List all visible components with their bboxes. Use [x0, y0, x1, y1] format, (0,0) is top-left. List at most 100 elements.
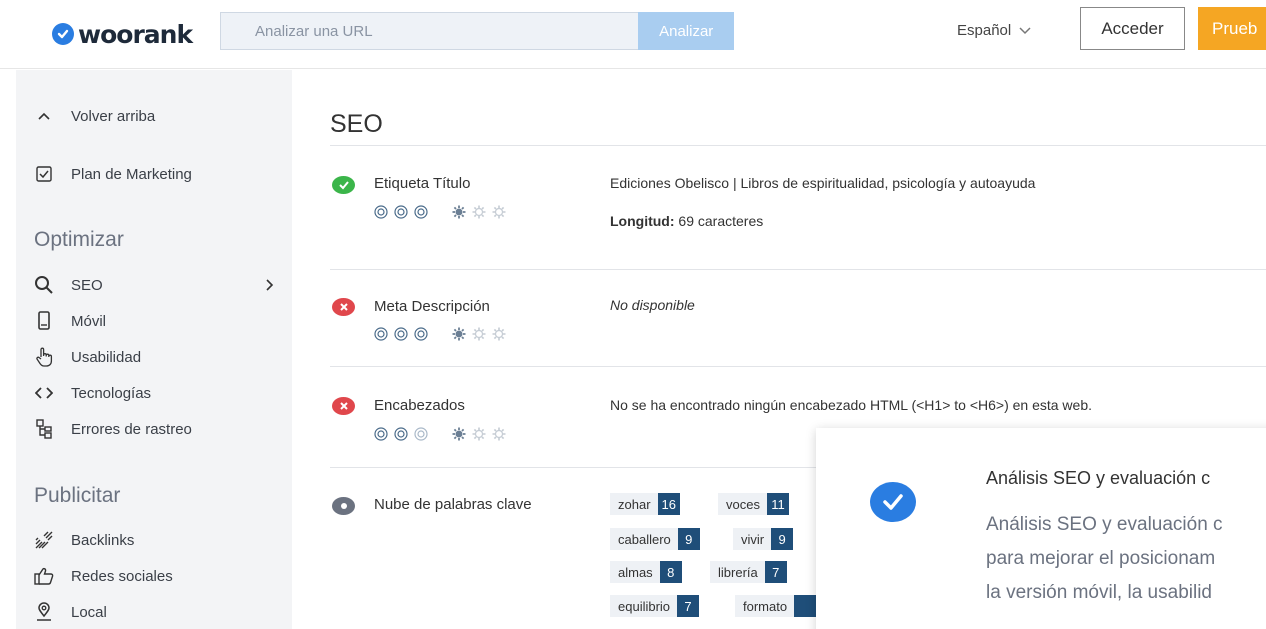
keyword-tag: caballero 9	[610, 528, 700, 550]
marketing-plan-label: Plan de Marketing	[71, 165, 192, 183]
sidebar-item-label: Errores de rastreo	[71, 420, 192, 438]
code-icon	[34, 383, 54, 403]
status-ok-icon	[332, 176, 355, 194]
target-icon	[374, 427, 388, 441]
target-icon	[414, 427, 428, 441]
logo-text: woorank	[78, 19, 193, 49]
meta-description-value: No disponible	[610, 297, 695, 313]
sidebar-item-label: Backlinks	[71, 531, 135, 549]
popup-title: Análisis SEO y evaluación c	[986, 468, 1211, 488]
sidebar-item-label: Móvil	[71, 312, 107, 330]
popup-body: Análisis SEO y evaluación c para mejorar…	[986, 508, 1223, 610]
keyword-count: 8	[659, 561, 682, 583]
keyword-word: zohar	[618, 496, 651, 512]
target-icon	[414, 327, 428, 341]
sidebar-item-backlinks[interactable]: Backlinks	[34, 530, 274, 550]
sidebar-item-usability[interactable]: Usabilidad	[34, 347, 274, 367]
chevron-right-icon	[266, 279, 274, 291]
check-badge-icon	[870, 482, 916, 522]
back-to-top-label: Volver arriba	[71, 107, 156, 125]
target-icon	[414, 205, 428, 219]
top-header: woorank Analizar Español Acceder Prueb	[0, 0, 1266, 69]
divider	[330, 366, 1266, 367]
location-icon	[34, 602, 54, 622]
gear-icon	[472, 427, 486, 441]
row-headings-label[interactable]: Encabezados	[374, 397, 465, 414]
woorank-logo[interactable]: woorank	[52, 18, 193, 50]
url-search: Analizar	[220, 12, 734, 50]
title-length: Longitud: 69 caracteres	[610, 213, 763, 229]
keyword-count: 9	[677, 528, 700, 550]
gear-icon	[472, 205, 486, 219]
keyword-count: 7	[764, 561, 787, 583]
sidebar-item-local[interactable]: Local	[34, 602, 274, 622]
gear-icon	[452, 327, 466, 341]
hand-pointer-icon	[34, 347, 54, 367]
keyword-count: 16	[657, 493, 680, 515]
gear-icon	[492, 205, 506, 219]
gear-icon	[452, 205, 466, 219]
seo-analysis-popup[interactable]: Análisis SEO y evaluación c Análisis SEO…	[816, 428, 1266, 629]
logo-check-icon	[52, 23, 74, 45]
language-label: Español	[957, 22, 1012, 39]
login-button[interactable]: Acceder	[1080, 7, 1185, 50]
keyword-word: voces	[726, 496, 760, 512]
search-icon	[34, 275, 54, 295]
keyword-tag: equilibrio 7	[610, 595, 700, 617]
sidebar-item-mobile[interactable]: Móvil	[34, 311, 274, 331]
sitemap-icon	[34, 419, 54, 439]
backlinks-icon	[34, 530, 54, 550]
sidebar: Volver arriba Plan de Marketing Optimiza…	[16, 70, 292, 629]
chevron-down-icon	[1019, 26, 1031, 34]
sidebar-item-technologies[interactable]: Tecnologías	[34, 383, 274, 403]
gear-icon	[472, 327, 486, 341]
divider	[330, 269, 1266, 270]
row-meta-description-label[interactable]: Meta Descripción	[374, 298, 490, 315]
sidebar-item-label: Redes sociales	[71, 567, 173, 585]
keyword-word: almas	[618, 564, 653, 580]
popup-body-line: para mejorar el posicionam	[986, 548, 1216, 569]
length-label: Longitud:	[610, 213, 675, 229]
keyword-tag: formato	[735, 595, 817, 617]
keyword-tag: voces 11	[718, 493, 789, 515]
gear-icon	[452, 427, 466, 441]
divider	[330, 145, 1266, 146]
keyword-count	[794, 595, 817, 617]
row-keyword-cloud-label[interactable]: Nube de palabras clave	[374, 496, 532, 513]
try-button[interactable]: Prueb	[1198, 7, 1266, 50]
target-icon	[374, 205, 388, 219]
keyword-tag: vivir 9	[733, 528, 794, 550]
target-icon	[394, 427, 408, 441]
keyword-count: 9	[771, 528, 794, 550]
sidebar-item-label: Tecnologías	[71, 384, 152, 402]
language-selector[interactable]: Español	[957, 22, 1031, 39]
target-icon	[374, 327, 388, 341]
marketing-plan-link[interactable]: Plan de Marketing	[34, 164, 192, 184]
row-title-tag-label[interactable]: Etiqueta Título	[374, 175, 470, 192]
optimize-heading: Optimizar	[34, 228, 124, 251]
analyze-button[interactable]: Analizar	[638, 12, 734, 50]
popup-body-line: la versión móvil, la usabilid	[986, 582, 1212, 603]
url-search-input[interactable]	[220, 12, 639, 50]
sidebar-item-label: Local	[71, 603, 107, 621]
sidebar-item-crawl-errors[interactable]: Errores de rastreo	[34, 419, 274, 439]
gear-icon	[492, 427, 506, 441]
target-icon	[394, 327, 408, 341]
publish-heading: Publicitar	[34, 484, 121, 507]
keyword-word: librería	[718, 564, 758, 580]
sidebar-item-seo[interactable]: SEO	[34, 275, 274, 295]
target-icon	[394, 205, 408, 219]
title-tag-value: Ediciones Obelisco | Libros de espiritua…	[610, 175, 1036, 191]
back-to-top-link[interactable]: Volver arriba	[34, 106, 155, 126]
row-rating-icons	[374, 205, 512, 219]
mobile-icon	[34, 311, 54, 331]
sidebar-item-label: SEO	[71, 276, 103, 294]
gear-icon	[492, 327, 506, 341]
row-rating-icons	[374, 427, 512, 441]
popup-body-line: Análisis SEO y evaluación c	[986, 514, 1223, 535]
row-rating-icons	[374, 327, 512, 341]
keyword-tag: zohar 16	[610, 493, 680, 515]
keyword-count: 11	[766, 493, 789, 515]
sidebar-item-social[interactable]: Redes sociales	[34, 566, 274, 586]
keyword-word: formato	[743, 598, 788, 614]
